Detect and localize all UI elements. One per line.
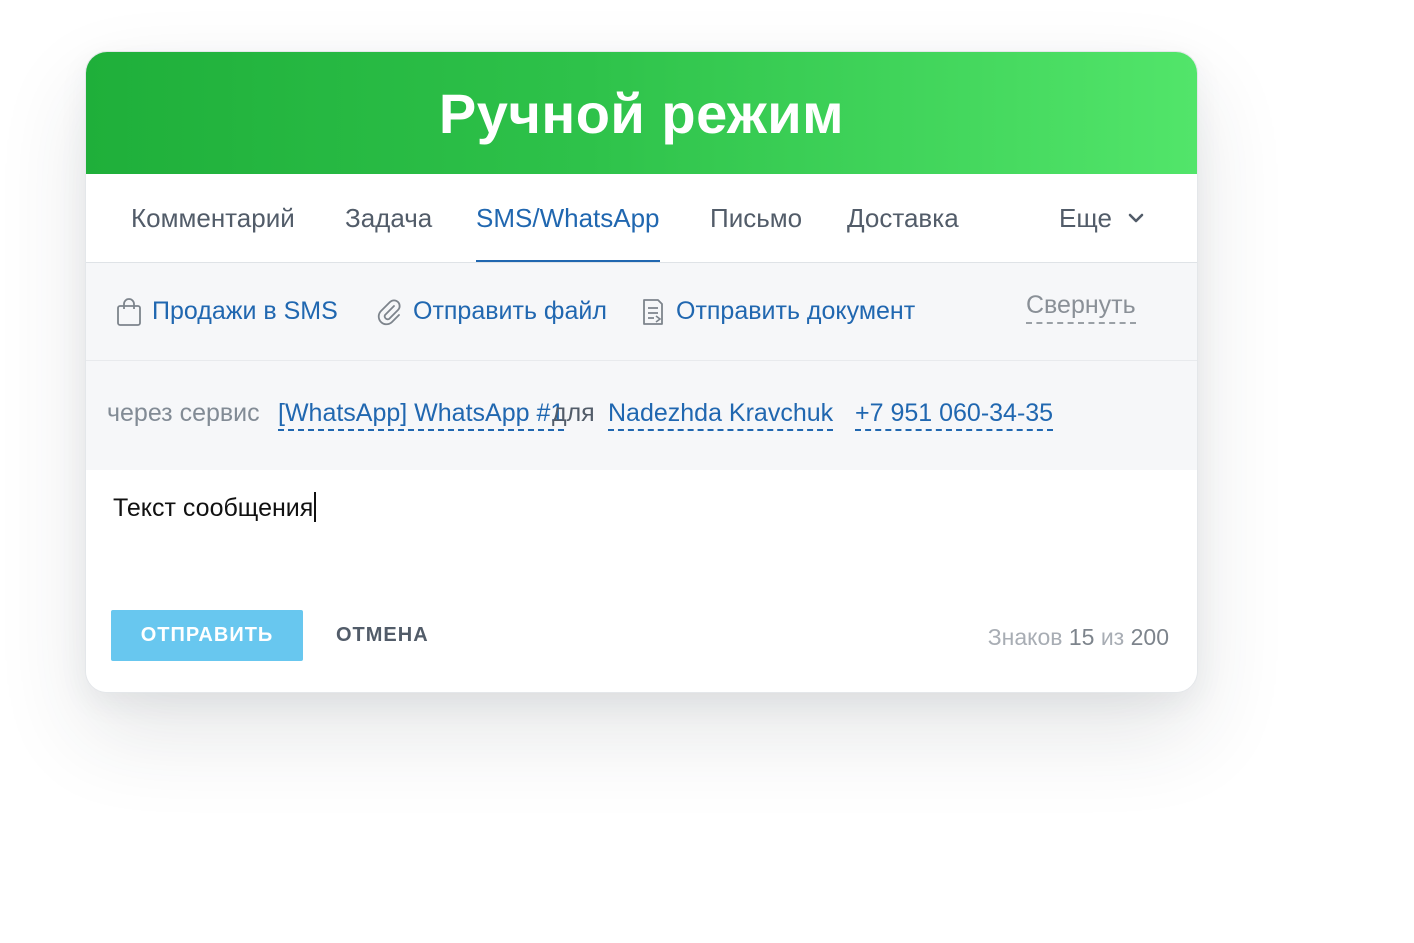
send-document-button[interactable]: Отправить документ: [640, 263, 915, 360]
tab-more-label: Еще: [1059, 203, 1112, 233]
message-text: Текст сообщения: [113, 494, 314, 522]
message-input-area[interactable]: Текст сообщения ОТПРАВИТЬ ОТМЕНА Знаков …: [86, 470, 1197, 692]
action-toolbar: Продажи в SMS Отправить файл Отправить д…: [86, 263, 1197, 361]
tab-task[interactable]: Задача: [345, 174, 432, 262]
send-file-label: Отправить файл: [413, 297, 607, 325]
counter-prefix: Знаков: [987, 624, 1063, 650]
tab-comment[interactable]: Комментарий: [131, 174, 295, 262]
activity-editor-card: Ручной режим Комментарий Задача SMS/What…: [85, 51, 1198, 693]
text-caret: [314, 492, 317, 522]
mode-title: Ручной режим: [438, 81, 845, 145]
service-selector[interactable]: [WhatsApp] WhatsApp #1: [278, 399, 565, 431]
via-service-label: через сервис: [107, 399, 260, 427]
sales-sms-label: Продажи в SMS: [152, 297, 338, 325]
shopping-bag-icon: [117, 297, 141, 326]
message-input[interactable]: Текст сообщения: [113, 492, 317, 523]
phone-selector[interactable]: +7 951 060-34-35: [855, 399, 1054, 431]
cancel-button[interactable]: ОТМЕНА: [336, 610, 429, 661]
mode-header: Ручной режим: [86, 52, 1197, 174]
counter-of: из: [1100, 624, 1125, 650]
paperclip-icon: [377, 298, 401, 325]
counter-current: 15: [1068, 624, 1095, 650]
character-counter: Знаков 15 из 200: [988, 624, 1169, 651]
send-document-label: Отправить документ: [676, 297, 916, 325]
contact-selector[interactable]: Nadezhda Kravchuk: [608, 399, 834, 431]
counter-max: 200: [1130, 624, 1169, 650]
tab-sms-whatsapp[interactable]: SMS/WhatsApp: [476, 174, 660, 262]
tab-delivery[interactable]: Доставка: [847, 174, 959, 262]
chevron-down-icon: [1128, 213, 1144, 223]
send-button[interactable]: ОТПРАВИТЬ: [111, 610, 303, 661]
collapse-link[interactable]: Свернуть: [1026, 291, 1136, 324]
service-row: через сервис [WhatsApp] WhatsApp #1 для …: [86, 361, 1197, 470]
document-icon: [643, 298, 663, 325]
tab-email[interactable]: Письмо: [710, 174, 802, 262]
send-file-button[interactable]: Отправить файл: [377, 263, 607, 360]
tab-more[interactable]: Еще: [1059, 174, 1146, 262]
tab-bar: Комментарий Задача SMS/WhatsApp Письмо Д…: [86, 174, 1197, 263]
sales-sms-button[interactable]: Продажи в SMS: [116, 263, 338, 360]
for-label: для: [552, 399, 595, 427]
